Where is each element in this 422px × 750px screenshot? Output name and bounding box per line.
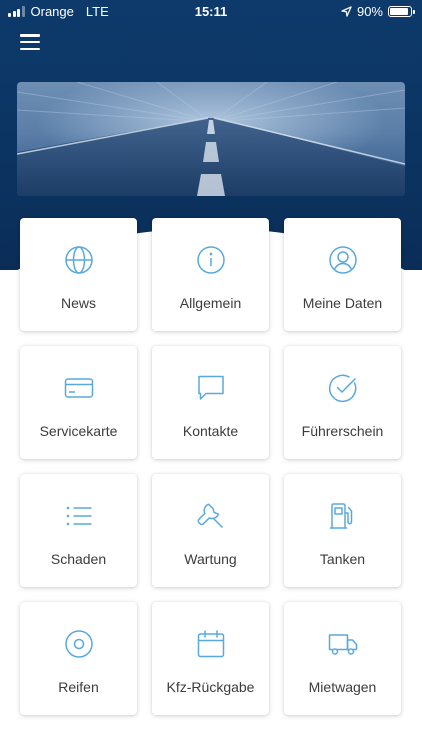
tile-label: Kontakte — [182, 423, 239, 439]
tile-wartung[interactable]: Wartung — [152, 474, 269, 587]
globe-icon — [64, 245, 94, 275]
user-icon — [328, 245, 358, 275]
tile-kontakte[interactable]: Kontakte — [152, 346, 269, 459]
hamburger-icon-line — [20, 47, 40, 50]
tile-fuehrerschein[interactable]: Führerschein — [284, 346, 401, 459]
tile-label: Servicekarte — [39, 423, 118, 439]
tile-mietwagen[interactable]: Mietwagen — [284, 602, 401, 715]
fuel-icon — [328, 501, 358, 531]
tile-label: Meine Daten — [302, 295, 383, 311]
tile-label: Mietwagen — [308, 679, 377, 695]
hamburger-icon-line — [20, 40, 40, 44]
wrench-icon — [196, 501, 226, 531]
calendar-icon — [196, 629, 226, 659]
tile-meine-daten[interactable]: Meine Daten — [284, 218, 401, 331]
status-right: 90% — [341, 4, 415, 19]
tile-news[interactable]: News — [20, 218, 137, 331]
header-banner-image — [17, 82, 405, 196]
battery-percent: 90% — [356, 4, 383, 19]
chat-icon — [196, 373, 226, 403]
tile-allgemein[interactable]: Allgemein — [152, 218, 269, 331]
hamburger-icon-line — [20, 34, 40, 37]
menu-grid: News Allgemein Meine Daten Servicekarte … — [20, 218, 402, 715]
tile-label: Kfz-Rückgabe — [166, 679, 255, 695]
battery-icon — [388, 6, 415, 17]
tile-tanken[interactable]: Tanken — [284, 474, 401, 587]
tire-icon — [64, 629, 94, 659]
battery-fill — [390, 8, 408, 15]
tile-schaden[interactable]: Schaden — [20, 474, 137, 587]
tile-label: Reifen — [58, 679, 99, 695]
tile-label: Führerschein — [301, 423, 384, 439]
tile-label: Tanken — [319, 551, 366, 567]
info-icon — [196, 245, 226, 275]
tile-label: Wartung — [184, 551, 237, 567]
credit-card-icon — [64, 373, 94, 403]
tile-label: News — [60, 295, 96, 311]
check-circle-icon — [328, 373, 358, 403]
tile-label: Allgemein — [179, 295, 242, 311]
tile-label: Schaden — [50, 551, 107, 567]
tile-kfz-rueckgabe[interactable]: Kfz-Rückgabe — [152, 602, 269, 715]
list-icon — [64, 501, 94, 531]
tile-reifen[interactable]: Reifen — [20, 602, 137, 715]
menu-button[interactable] — [20, 34, 40, 50]
location-arrow-icon — [341, 6, 352, 17]
road-image — [17, 82, 405, 196]
status-bar: Orange LTE 15:11 90% — [0, 0, 422, 24]
tile-servicekarte[interactable]: Servicekarte — [20, 346, 137, 459]
truck-icon — [328, 629, 358, 659]
